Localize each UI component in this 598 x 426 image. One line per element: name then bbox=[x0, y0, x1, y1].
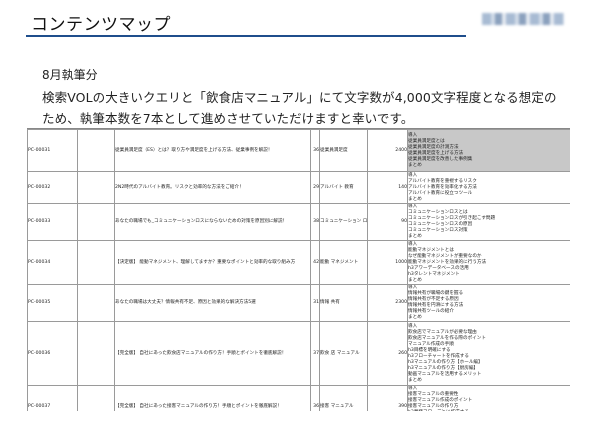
cell-keyword[interactable]: 能動 マネジメント bbox=[319, 240, 368, 285]
cell-article-title[interactable]: 【決定版】 能動マネジメント、理解してますか？重要なポイントと効率的な取り組み方 bbox=[114, 240, 311, 285]
cell-title-length[interactable]: 29 bbox=[310, 171, 320, 204]
cell-article-structure[interactable]: 導入接客マニュアルの重要性接客マニュアル作成のポイント接客マニュアルの作り方h3… bbox=[407, 385, 570, 411]
section-subheading: 8月執筆分 bbox=[42, 68, 98, 82]
cell-empty[interactable] bbox=[77, 171, 115, 204]
structure-line: まとめ bbox=[408, 277, 422, 283]
table-row: PC-00034 【決定版】 能動マネジメント、理解してますか？重要なポイントと効… bbox=[27, 240, 570, 285]
cell-content-id[interactable]: PC-00031 bbox=[27, 129, 78, 172]
structure-line: h3業務フローごとに作成する bbox=[409, 410, 570, 411]
cell-article-structure[interactable]: 導入 アルバイト教育を重視するリスク アルバイト教育を効率化する方法 アルバイト教育に… bbox=[407, 171, 570, 204]
cell-search-volume[interactable]: 140 bbox=[367, 171, 408, 204]
cell-empty[interactable] bbox=[77, 240, 115, 285]
page-title: コンテンツマップ bbox=[31, 15, 171, 35]
cell-article-structure[interactable]: 導入 情報共有が職場の鍵を握る 情報共有が不足する原因 情報共有を円滑にする方法 情報共… bbox=[407, 284, 570, 322]
cell-search-volume[interactable]: 2400 bbox=[367, 129, 408, 172]
cell-empty[interactable] bbox=[77, 284, 115, 322]
cell-search-volume[interactable]: 260 bbox=[367, 321, 408, 386]
cell-article-structure[interactable]: 導入 従業員満足度とは 従業員満足度の計測方法 従業員満足度を上げる方法 従業員満足度を… bbox=[407, 129, 570, 172]
cell-keyword[interactable]: 接客 マニュアル bbox=[319, 385, 368, 411]
cell-content-id[interactable]: PC-00036 bbox=[27, 321, 78, 386]
cell-title-length[interactable]: 31 bbox=[310, 284, 320, 322]
cell-article-structure[interactable]: 導入 飲食店でマニュアルが必要な理由 飲食店マニュアルを作る際のポイント マニュアル作… bbox=[407, 321, 570, 386]
table-row: PC-00035 あなたの職場は大丈夫？情報共有不足、原因と効果的な解決方法5選 3… bbox=[27, 284, 570, 322]
cell-content-id[interactable]: PC-00032 bbox=[27, 171, 78, 204]
cell-article-structure[interactable]: 導入 能動マネジメントとは なぜ能動マネジメントが重要なのか 能動マネジメントを効果的… bbox=[407, 240, 570, 285]
description-line-1: 検索VOLの大きいクエリと「飲食店マニュアル」にて文字数が4,000文字程度とな… bbox=[42, 90, 557, 105]
cell-title-length[interactable]: 36 bbox=[310, 129, 320, 172]
cell-empty[interactable] bbox=[77, 321, 115, 386]
cell-search-volume[interactable]: 2300 bbox=[367, 284, 408, 322]
cell-article-title[interactable]: 2N2時代のアルバイト教育。リスクと効率的な方法をご紹介！ bbox=[114, 171, 311, 204]
cell-keyword[interactable]: アルバイト 教育 bbox=[319, 171, 368, 204]
blurred-logo bbox=[482, 13, 564, 25]
cell-content-id[interactable]: PC-00035 bbox=[27, 284, 78, 322]
structure-line: まとめ bbox=[408, 315, 422, 320]
cell-title-length[interactable]: 37 bbox=[310, 321, 320, 386]
description-line-2: ため、執筆本数を7本として進めさせていただけますと幸いです。 bbox=[42, 111, 414, 126]
table-row: PC-00033 あなたの職場でも_コミュニケーションロスにならないための対策を原… bbox=[27, 203, 570, 241]
cell-article-structure[interactable]: 導入 コミュニケーションロスとは コミュニケーションロスが引き起こす問題 コミュニケー… bbox=[407, 203, 570, 241]
table-body: PC-00031 従業員満足度（ES）とは？取り方や満足度を上げる方法、従業事例を… bbox=[27, 129, 570, 411]
table-row: PC-00037 【完全版】 自社にあった接客マニュアルの作り方！手順とポイントを… bbox=[27, 385, 570, 411]
cell-search-volume[interactable]: 1000 bbox=[367, 240, 408, 285]
header: コンテンツマップ bbox=[0, 0, 598, 40]
cell-content-id[interactable]: PC-00037 bbox=[27, 385, 78, 411]
structure-line: まとめ bbox=[408, 162, 422, 168]
structure-line: まとめ bbox=[408, 234, 422, 239]
cell-search-volume[interactable]: 90 bbox=[367, 203, 408, 241]
table-row: PC-00036 【完全版】 自社にあった飲食店マニュアルの作り方！手順とポイント… bbox=[27, 321, 570, 386]
cell-keyword[interactable]: 情報 共有 bbox=[319, 284, 368, 322]
content-map-spreadsheet: PC-00031 従業員満足度（ES）とは？取り方や満足度を上げる方法、従業事例を… bbox=[27, 128, 570, 411]
cell-article-title[interactable]: あなたの職場は大丈夫？情報共有不足、原因と効果的な解決方法5選 bbox=[114, 284, 311, 322]
content-map-table: PC-00031 従業員満足度（ES）とは？取り方や満足度を上げる方法、従業事例を… bbox=[27, 129, 570, 411]
cell-content-id[interactable]: PC-00033 bbox=[27, 203, 78, 241]
cell-article-title[interactable]: あなたの職場でも_コミュニケーションロスにならないための対策を原因別に解説！ bbox=[114, 203, 311, 241]
cell-empty[interactable] bbox=[77, 129, 115, 172]
cell-title-length[interactable]: 38 bbox=[310, 203, 320, 241]
structure-line: まとめ bbox=[408, 196, 422, 202]
cell-keyword[interactable]: 従業員満足度 bbox=[319, 129, 368, 172]
cell-article-title[interactable]: 【完全版】 自社にあった接客マニュアルの作り方！手順とポイントを徹底解説！ bbox=[114, 385, 311, 411]
cell-empty[interactable] bbox=[77, 203, 115, 241]
cell-title-length[interactable]: 36 bbox=[310, 385, 320, 411]
table-row: PC-00032 2N2時代のアルバイト教育。リスクと効率的な方法をご紹介！ 29 ア… bbox=[27, 171, 570, 204]
cell-content-id[interactable]: PC-00034 bbox=[27, 240, 78, 285]
header-divider bbox=[26, 35, 466, 37]
cell-keyword[interactable]: 飲食 店 マニュアル bbox=[319, 321, 368, 386]
cell-keyword[interactable]: コミュニケーション ロス bbox=[319, 203, 368, 241]
cell-empty[interactable] bbox=[77, 385, 115, 411]
structure-line: まとめ bbox=[408, 377, 422, 383]
cell-search-volume[interactable]: 390 bbox=[367, 385, 408, 411]
cell-article-title[interactable]: 従業員満足度（ES）とは？取り方や満足度を上げる方法、従業事例を解説！ bbox=[114, 129, 311, 172]
cell-article-title[interactable]: 【完全版】 自社にあった飲食店マニュアルの作り方！手順とポイントを徹底解説！ bbox=[114, 321, 311, 386]
table-row: PC-00031 従業員満足度（ES）とは？取り方や満足度を上げる方法、従業事例を… bbox=[27, 129, 570, 172]
cell-title-length[interactable]: 42 bbox=[310, 240, 320, 285]
